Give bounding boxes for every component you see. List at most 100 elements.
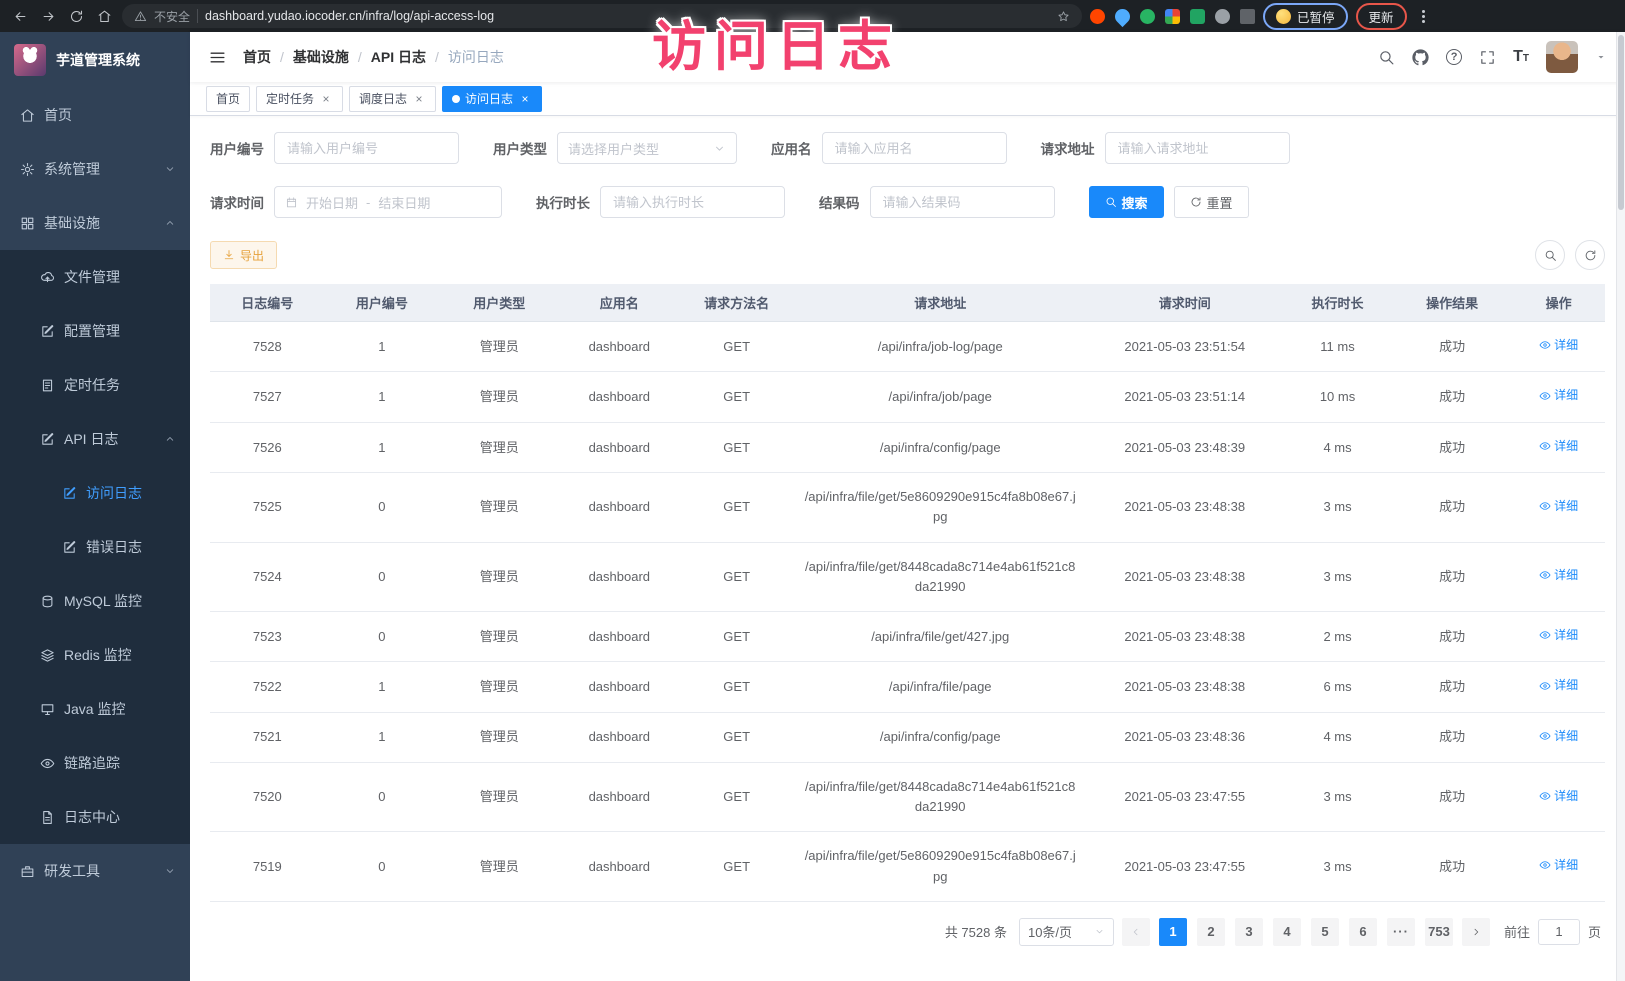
sidebar-item-api-log[interactable]: API 日志 [0,412,190,466]
duration-input[interactable] [600,186,785,218]
detail-link[interactable]: 详细 [1539,336,1578,355]
tab-close-icon[interactable]: × [518,92,532,106]
sidebar-item-redis[interactable]: Redis 监控 [0,628,190,682]
page-button-2[interactable]: 2 [1197,918,1225,946]
sidebar-item-home[interactable]: 首页 [0,88,190,142]
extension-icon[interactable] [1112,5,1133,26]
extension-icon[interactable] [1240,9,1255,24]
browser-forward-icon[interactable] [38,6,58,26]
sidebar-item-access-log[interactable]: 访问日志 [0,466,190,520]
page-button-1[interactable]: 1 [1159,918,1187,946]
page-button-6[interactable]: 6 [1349,918,1377,946]
extension-icon[interactable] [1165,9,1180,24]
detail-link[interactable]: 详细 [1539,787,1578,806]
browser-url-bar[interactable]: 不安全 dashboard.yudao.iocoder.cn/infra/log… [122,4,1082,28]
detail-link[interactable]: 详细 [1539,676,1578,695]
profile-paused-chip[interactable]: 已暂停 [1263,3,1348,30]
detail-link[interactable]: 详细 [1539,386,1578,405]
tab-home[interactable]: 首页 [206,86,250,112]
extension-icon[interactable] [1215,9,1230,24]
sidebar-item-mysql[interactable]: MySQL 监控 [0,574,190,628]
sidebar-item-java[interactable]: Java 监控 [0,682,190,736]
java-icon [40,702,55,717]
cell-time: 2021-05-03 23:51:14 [1086,372,1282,422]
sidebar-item-config[interactable]: 配置管理 [0,304,190,358]
update-label: 更新 [1369,7,1394,26]
sidebar-item-job[interactable]: 定时任务 [0,358,190,412]
extension-icon[interactable] [1140,9,1155,24]
detail-link[interactable]: 详细 [1539,856,1578,875]
browser-back-icon[interactable] [10,6,30,26]
bookmark-star-icon[interactable] [1057,10,1070,23]
page-button-5[interactable]: 5 [1311,918,1339,946]
tab-close-icon[interactable]: × [319,92,333,106]
request-url-input-field[interactable] [1106,133,1289,163]
filter-label: 用户编号 [210,138,264,158]
hamburger-icon[interactable] [208,48,227,67]
user-avatar[interactable] [1546,41,1578,73]
result-code-input[interactable] [870,186,1055,218]
detail-link[interactable]: 详细 [1539,727,1578,746]
request-time-daterange[interactable]: 开始日期-结束日期 [274,186,502,218]
app-name-input[interactable] [822,132,1007,164]
sidebar-item-infra[interactable]: 基础设施 [0,196,190,250]
search-icon[interactable] [1378,49,1395,66]
duration-input-field[interactable] [601,187,784,217]
user-type-select[interactable]: 请选择用户类型 [557,132,737,164]
tab-access-log[interactable]: 访问日志× [442,86,542,112]
app-logo[interactable]: 芋道管理系统 [0,32,190,88]
hide-search-button[interactable] [1535,240,1565,270]
browser-update-button[interactable]: 更新 [1356,3,1407,30]
next-page-button[interactable] [1462,918,1490,946]
breadcrumb-item[interactable]: 首页 [243,47,271,67]
tab-close-icon[interactable]: × [412,92,426,106]
sidebar-item-log-center[interactable]: 日志中心 [0,790,190,844]
detail-link[interactable]: 详细 [1539,566,1578,585]
cell-user_id: 1 [325,712,440,762]
font-size-icon[interactable] [1513,48,1529,66]
sidebar-item-dev-tools[interactable]: 研发工具 [0,844,190,898]
sidebar-item-file[interactable]: 文件管理 [0,250,190,304]
tab-job-log[interactable]: 调度日志× [349,86,436,112]
result-code-input-field[interactable] [871,187,1054,217]
more-pages-button[interactable]: ··· [1387,918,1415,946]
detail-link[interactable]: 详细 [1539,626,1578,645]
scrollbar-thumb[interactable] [1618,35,1624,210]
not-secure-warning-icon [134,10,147,23]
browser-reload-icon[interactable] [66,6,86,26]
request-url-input[interactable] [1105,132,1290,164]
search-button[interactable]: 搜索 [1089,186,1164,218]
goto-page-input[interactable] [1538,919,1580,945]
extension-icon[interactable] [1190,9,1205,24]
github-icon[interactable] [1412,49,1429,66]
detail-link[interactable]: 详细 [1539,437,1578,456]
page-button-3[interactable]: 3 [1235,918,1263,946]
breadcrumb-item[interactable]: 基础设施 [293,47,349,67]
export-button[interactable]: 导出 [210,241,277,269]
prev-page-button[interactable] [1122,918,1150,946]
detail-link[interactable]: 详细 [1539,497,1578,516]
fullscreen-icon[interactable] [1479,49,1496,66]
page-size-select[interactable]: 10条/页 [1019,918,1114,946]
browser-home-icon[interactable] [94,6,114,26]
sidebar-item-system[interactable]: 系统管理 [0,142,190,196]
sidebar-item-trace[interactable]: 链路追踪 [0,736,190,790]
scrollbar[interactable] [1616,32,1625,981]
avatar-caret-icon[interactable] [1595,51,1607,63]
screen: 不安全 dashboard.yudao.iocoder.cn/infra/log… [0,0,1625,981]
page-button-4[interactable]: 4 [1273,918,1301,946]
breadcrumb-item[interactable]: API 日志 [371,47,426,67]
tab-job[interactable]: 定时任务× [256,86,343,112]
help-icon[interactable] [1446,49,1462,65]
logo-image [14,44,46,76]
user-id-input-field[interactable] [275,133,458,163]
browser-menu-icon[interactable] [1415,8,1431,24]
refresh-table-button[interactable] [1575,240,1605,270]
user-id-input[interactable] [274,132,459,164]
table-row: 75200管理员dashboardGET/api/infra/file/get/… [210,763,1605,832]
extension-icon[interactable] [1090,9,1105,24]
app-name-input-field[interactable] [823,133,1006,163]
page-button-753[interactable]: 753 [1425,918,1453,946]
sidebar-item-error-log[interactable]: 错误日志 [0,520,190,574]
reset-button[interactable]: 重置 [1174,186,1249,218]
